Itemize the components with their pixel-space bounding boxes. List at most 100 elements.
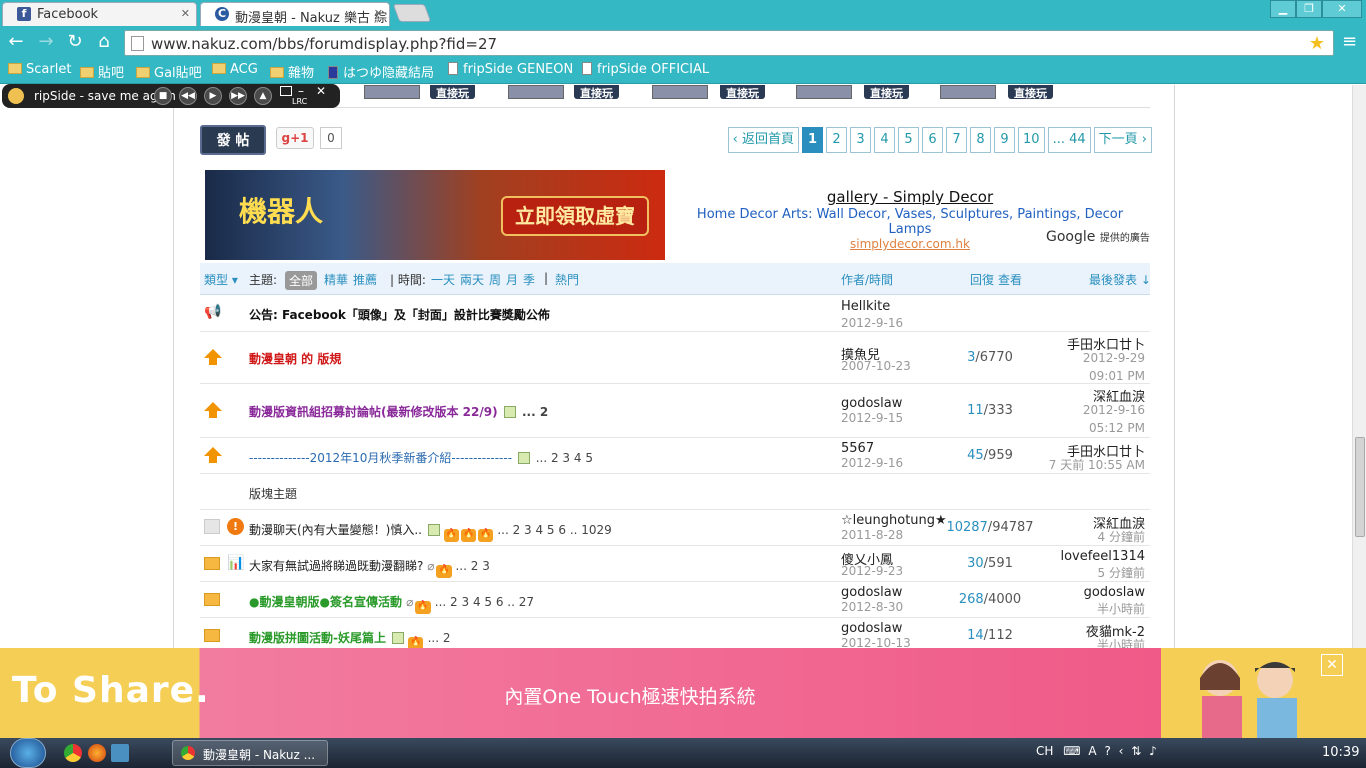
url-input[interactable] bbox=[151, 35, 1301, 53]
bookmark-gal-tieba[interactable]: Gal貼吧 bbox=[136, 62, 202, 81]
time-one-day[interactable]: 一天 bbox=[431, 271, 455, 288]
bookmark-fripside-official[interactable]: fripSide OFFICIAL bbox=[582, 62, 709, 77]
filter-hot[interactable]: 熱門 bbox=[555, 271, 579, 288]
fast-forward-icon[interactable]: ▶▶ bbox=[229, 87, 247, 105]
last-poster[interactable]: godoslaw bbox=[1084, 585, 1145, 600]
help-icon[interactable]: ? bbox=[1104, 744, 1110, 758]
game-thumbnail[interactable] bbox=[940, 85, 996, 99]
taskbar-chrome-window[interactable]: 動漫皇朝 - Nakuz ... bbox=[172, 740, 328, 766]
close-window-button[interactable]: ✕ bbox=[1322, 0, 1362, 18]
bookmark-tieba[interactable]: 貼吧 bbox=[80, 62, 124, 81]
thread-pages[interactable]: ... 2 bbox=[428, 631, 451, 645]
thread-title[interactable]: 動漫皇朝 的 版規 bbox=[249, 350, 341, 367]
forward-arrow-icon[interactable]: → bbox=[36, 32, 56, 52]
google-ads-label[interactable]: Google 提供的廣告 bbox=[1046, 229, 1150, 245]
play-game-button[interactable]: 直接玩 bbox=[1008, 85, 1053, 100]
close-icon[interactable]: ✕ bbox=[316, 84, 326, 98]
thread-title[interactable]: ●動漫皇朝版●簽名宣傳活動 ⌀ 🔥 ... 2 3 4 5 6 .. 27 bbox=[249, 593, 534, 614]
game-thumbnail[interactable] bbox=[508, 85, 564, 99]
announcement-title[interactable]: 公告: Facebook「頭像」及「封面」設計比賽獎勵公佈 bbox=[249, 306, 550, 323]
play-game-button[interactable]: 直接玩 bbox=[574, 85, 619, 100]
bookmark-star-icon[interactable]: ★ bbox=[1309, 33, 1325, 54]
page-link-1[interactable]: 1 bbox=[802, 127, 824, 153]
last-post-time[interactable]: 4 分鐘前 bbox=[1098, 528, 1145, 545]
game-thumbnail[interactable] bbox=[796, 85, 852, 99]
page-link-7[interactable]: 7 bbox=[946, 127, 968, 153]
ime-icon[interactable]: ⌨ bbox=[1063, 744, 1080, 758]
language-indicator[interactable]: CH bbox=[1036, 744, 1053, 758]
author-name[interactable]: godoslaw bbox=[841, 621, 902, 636]
clock[interactable]: 10:39 bbox=[1322, 745, 1359, 760]
new-tab-button[interactable] bbox=[392, 4, 432, 22]
ad-title-link[interactable]: gallery - Simply Decor bbox=[680, 188, 1140, 206]
page-link-last[interactable]: ... 44 bbox=[1047, 127, 1091, 153]
back-arrow-icon[interactable]: ← bbox=[6, 32, 26, 52]
bookmark-scarlet[interactable]: Scarlet bbox=[8, 62, 71, 77]
last-post-time[interactable]: 2012-9-16 05:12 PM bbox=[1049, 401, 1145, 437]
author-name[interactable]: Hellkite bbox=[841, 299, 890, 314]
volume-icon[interactable]: ♪ bbox=[1149, 744, 1157, 758]
thread-pages[interactable]: ... 2 3 4 5 6 .. 27 bbox=[435, 595, 534, 609]
author-name[interactable]: godoslaw bbox=[841, 396, 902, 411]
time-two-days[interactable]: 兩天 bbox=[460, 271, 484, 288]
lyrics-mode[interactable]: LRC bbox=[292, 97, 307, 106]
bookmark-misc[interactable]: 雜物 bbox=[270, 62, 314, 81]
time-month[interactable]: 月 bbox=[506, 271, 518, 288]
reload-icon[interactable]: ↻ bbox=[65, 32, 85, 52]
network-icon[interactable]: ⇅ bbox=[1131, 744, 1141, 758]
desktop-icon[interactable] bbox=[111, 744, 129, 762]
rewind-icon[interactable]: ◀◀ bbox=[179, 87, 197, 105]
filter-digest[interactable]: 精華 bbox=[324, 271, 348, 288]
last-poster[interactable]: lovefeel1314 bbox=[1060, 549, 1145, 564]
bottom-ad-banner[interactable]: To Share. 內置One Touch極速快拍系統 ✕ bbox=[0, 648, 1366, 738]
chrome-icon[interactable] bbox=[64, 744, 82, 762]
scrollbar-thumb[interactable] bbox=[1355, 437, 1365, 537]
type-filter[interactable]: 類型 ▾ bbox=[204, 271, 238, 288]
play-icon[interactable]: ▶ bbox=[204, 87, 222, 105]
last-post-time[interactable]: 半小時前 bbox=[1097, 636, 1145, 648]
page-link-6[interactable]: 6 bbox=[922, 127, 944, 153]
firefox-icon[interactable] bbox=[88, 744, 106, 762]
last-post-time[interactable]: 半小時前 bbox=[1097, 600, 1145, 617]
filter-recommend[interactable]: 推薦 bbox=[353, 271, 377, 288]
thread-pages[interactable]: ... 2 3 4 5 bbox=[536, 451, 593, 465]
thread-title[interactable]: 動漫版資訊組招募討論帖(最新修改版本 22/9) ... 2 bbox=[249, 403, 548, 420]
home-icon[interactable]: ⌂ bbox=[94, 32, 114, 52]
play-game-button[interactable]: 直接玩 bbox=[720, 85, 765, 100]
thread-pages[interactable]: ... 2 bbox=[522, 405, 548, 419]
time-week[interactable]: 周 bbox=[489, 271, 501, 288]
thread-title[interactable]: --------------2012年10月秋季新番介紹------------… bbox=[249, 449, 593, 466]
last-post-time[interactable]: 5 分鐘前 bbox=[1098, 564, 1145, 581]
start-button[interactable] bbox=[10, 738, 46, 768]
close-ad-button[interactable]: ✕ bbox=[1321, 654, 1343, 676]
page-link-9[interactable]: 9 bbox=[994, 127, 1016, 153]
last-post-column-header[interactable]: 最後發表 ↓ bbox=[1089, 271, 1151, 288]
maximize-button[interactable]: ❐ bbox=[1296, 0, 1322, 18]
thread-title[interactable]: 動漫版拼圖活動-妖尾篇上 🔥 ... 2 bbox=[249, 629, 450, 648]
restore-icon[interactable] bbox=[280, 86, 292, 96]
time-season[interactable]: 季 bbox=[523, 271, 535, 288]
bookmark-fripside-geneon[interactable]: fripSide GENEON bbox=[448, 62, 573, 77]
vertical-scrollbar[interactable] bbox=[1352, 85, 1366, 648]
thread-pages[interactable]: ... 2 3 4 5 6 .. 1029 bbox=[497, 523, 612, 537]
play-game-button[interactable]: 直接玩 bbox=[430, 85, 475, 100]
minimize-icon[interactable]: – bbox=[298, 84, 304, 98]
page-link-2[interactable]: 2 bbox=[826, 127, 848, 153]
tab-nakuz[interactable]: C 動漫皇朝 - Nakuz 樂古 綜 ✕ bbox=[200, 2, 390, 26]
thread-title[interactable]: 大家有無試過將睇過既動漫翻睇? ⌀ 🔥 ... 2 3 bbox=[249, 557, 490, 578]
page-link-4[interactable]: 4 bbox=[874, 127, 896, 153]
thread-title[interactable]: 動漫聊天(內有大量變態！)慎入.. 🔥 🔥 🔥 ... 2 3 4 5 6 .. 1… bbox=[249, 521, 612, 542]
author-column-header[interactable]: 作者/時間 bbox=[841, 271, 893, 288]
new-post-button[interactable]: 發 帖 bbox=[200, 125, 266, 155]
stop-icon[interactable]: ■ bbox=[154, 87, 172, 105]
game-thumbnail[interactable] bbox=[364, 85, 420, 99]
last-post-time[interactable]: 2012-9-29 09:01 PM bbox=[1049, 349, 1145, 385]
back-home-link[interactable]: ‹ 返回首頁 bbox=[727, 127, 800, 153]
close-tab-icon[interactable]: ✕ bbox=[374, 7, 383, 20]
filter-all[interactable]: 全部 bbox=[285, 271, 318, 290]
page-link-3[interactable]: 3 bbox=[850, 127, 872, 153]
next-page-link[interactable]: 下一頁 › bbox=[1093, 127, 1152, 153]
views-column-header[interactable]: 查看 bbox=[998, 271, 1022, 288]
play-game-button[interactable]: 直接玩 bbox=[864, 85, 909, 100]
font-icon[interactable]: A bbox=[1088, 744, 1096, 758]
